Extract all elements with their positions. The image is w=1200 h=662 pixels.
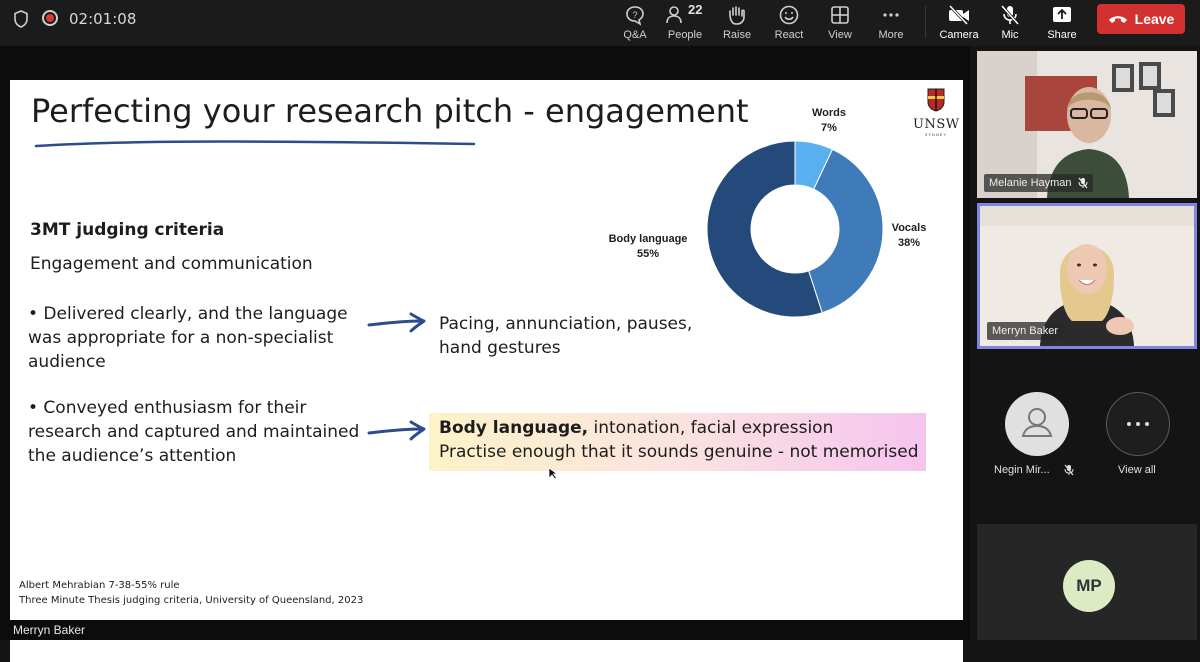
raise-hand-icon	[729, 6, 745, 25]
unsw-crest-icon	[927, 88, 945, 112]
shield-icon[interactable]	[13, 10, 29, 28]
svg-text:?: ?	[632, 10, 637, 20]
recording-icon	[42, 10, 58, 26]
participant-name-row: Negin Mir...	[994, 464, 1074, 476]
highlight-line2: Practise enough that it sounds genuine -…	[439, 442, 919, 462]
participant-name: Negin Mir...	[994, 464, 1050, 476]
more-dots-icon	[883, 13, 899, 17]
hand-drawn-arrow-icon	[367, 312, 426, 333]
mic-muted-icon	[1078, 177, 1088, 189]
unsw-logo-text: UNSW	[913, 117, 960, 132]
smiley-icon	[779, 5, 799, 25]
shared-screen: Perfecting your research pitch - engagem…	[0, 46, 970, 662]
highlight-rest: intonation, facial expression	[588, 418, 834, 438]
chart-category-label: Vocals	[891, 222, 927, 234]
criteria-heading: 3MT judging criteria	[30, 220, 225, 240]
title-underline	[34, 140, 476, 148]
leave-label: Leave	[1134, 11, 1175, 27]
view-button[interactable]: View	[815, 2, 865, 44]
meeting-toolbar: 02:01:08 ? Q&A 22 People Raise React Vie…	[0, 0, 1200, 46]
participant-tile[interactable]: MP	[977, 524, 1197, 640]
chart-label-body-language: Body language 55%	[604, 232, 692, 262]
highlight-line1: Body language, intonation, facial expres…	[439, 418, 833, 438]
meeting-timer: 02:01:08	[69, 10, 137, 28]
mic-off-icon	[1000, 5, 1020, 25]
unsw-logo: UNSW SYDNEY	[913, 88, 959, 137]
active-speaker-tile[interactable]: Merryn Baker	[977, 203, 1197, 349]
people-button[interactable]: 22 People	[660, 2, 710, 44]
user-icon	[1021, 408, 1053, 437]
grid-view-icon	[831, 6, 849, 24]
react-button[interactable]: React	[764, 2, 814, 44]
people-label: People	[667, 29, 703, 41]
more-button[interactable]: More	[866, 2, 916, 44]
references: Albert Mehrabian 7-38-55% rule Three Min…	[19, 578, 363, 608]
chart-label-words: Words 7%	[804, 106, 854, 136]
presentation-slide: Perfecting your research pitch - engagem…	[10, 80, 963, 662]
leave-button[interactable]: Leave	[1097, 4, 1185, 34]
toolbar-divider	[925, 6, 926, 38]
view-label: View	[828, 29, 852, 41]
raise-label: Raise	[722, 29, 752, 41]
presenter-name-tag: Merryn Baker	[0, 620, 963, 640]
raise-hand-button[interactable]: Raise	[712, 2, 762, 44]
qa-button[interactable]: ? Q&A	[610, 2, 660, 44]
more-dots-icon	[1127, 422, 1149, 426]
qa-label: Q&A	[623, 29, 647, 41]
hand-drawn-arrow-icon	[367, 420, 426, 441]
chart-label-vocals: Vocals 38%	[886, 221, 932, 251]
share-label: Share	[1047, 29, 1077, 41]
more-label: More	[878, 29, 904, 41]
view-all-button[interactable]	[1106, 392, 1170, 456]
camera-off-icon	[948, 4, 969, 26]
mic-label: Mic	[1001, 29, 1019, 41]
chart-category-label: Body language	[608, 233, 688, 245]
chart-value-label: 55%	[636, 248, 660, 260]
chart-value-label: 7%	[821, 122, 837, 134]
mic-muted-icon	[1064, 464, 1074, 476]
people-icon	[666, 6, 682, 24]
participant-name: Merryn Baker	[992, 325, 1059, 337]
camera-button[interactable]: Camera	[934, 2, 984, 44]
participant-name: Melanie Hayman	[989, 177, 1072, 189]
reference-3mt: Three Minute Thesis judging criteria, Un…	[19, 595, 364, 606]
participant-name-tag: Melanie Hayman	[984, 174, 1093, 192]
highlight-bold: Body language,	[439, 418, 589, 438]
laser-cursor-icon	[548, 467, 559, 480]
share-button[interactable]: Share	[1037, 2, 1087, 44]
pacing-text: Pacing, annunciation, pauses, hand gestu…	[439, 314, 693, 358]
unsw-logo-sub: SYDNEY	[924, 132, 948, 137]
chart-value-label: 38%	[897, 237, 921, 249]
participant-video-tile[interactable]: Melanie Hayman	[977, 51, 1197, 198]
react-label: React	[774, 29, 804, 41]
share-icon	[1053, 7, 1071, 22]
hang-up-icon	[1108, 16, 1127, 23]
reference-mehrabian: Albert Mehrabian 7-38-55% rule	[19, 580, 180, 591]
participant-name-tag: Merryn Baker	[987, 322, 1064, 340]
bullet-delivered-clearly: • Delivered clearly, and the language wa…	[28, 304, 348, 372]
people-count: 22	[688, 2, 703, 17]
slide-title: Perfecting your research pitch - engagem…	[31, 92, 749, 130]
participant-avatar[interactable]	[1005, 392, 1069, 456]
criteria-subheading: Engagement and communication	[30, 254, 313, 274]
view-all-label: View all	[1118, 464, 1156, 476]
communication-donut-chart	[706, 140, 884, 318]
camera-label: Camera	[939, 29, 979, 41]
initials-avatar: MP	[1063, 560, 1115, 612]
qa-icon: ?	[626, 6, 644, 26]
chart-category-label: Words	[811, 107, 847, 119]
mic-button[interactable]: Mic	[985, 2, 1035, 44]
bullet-enthusiasm: • Conveyed enthusiasm for their research…	[28, 398, 360, 466]
